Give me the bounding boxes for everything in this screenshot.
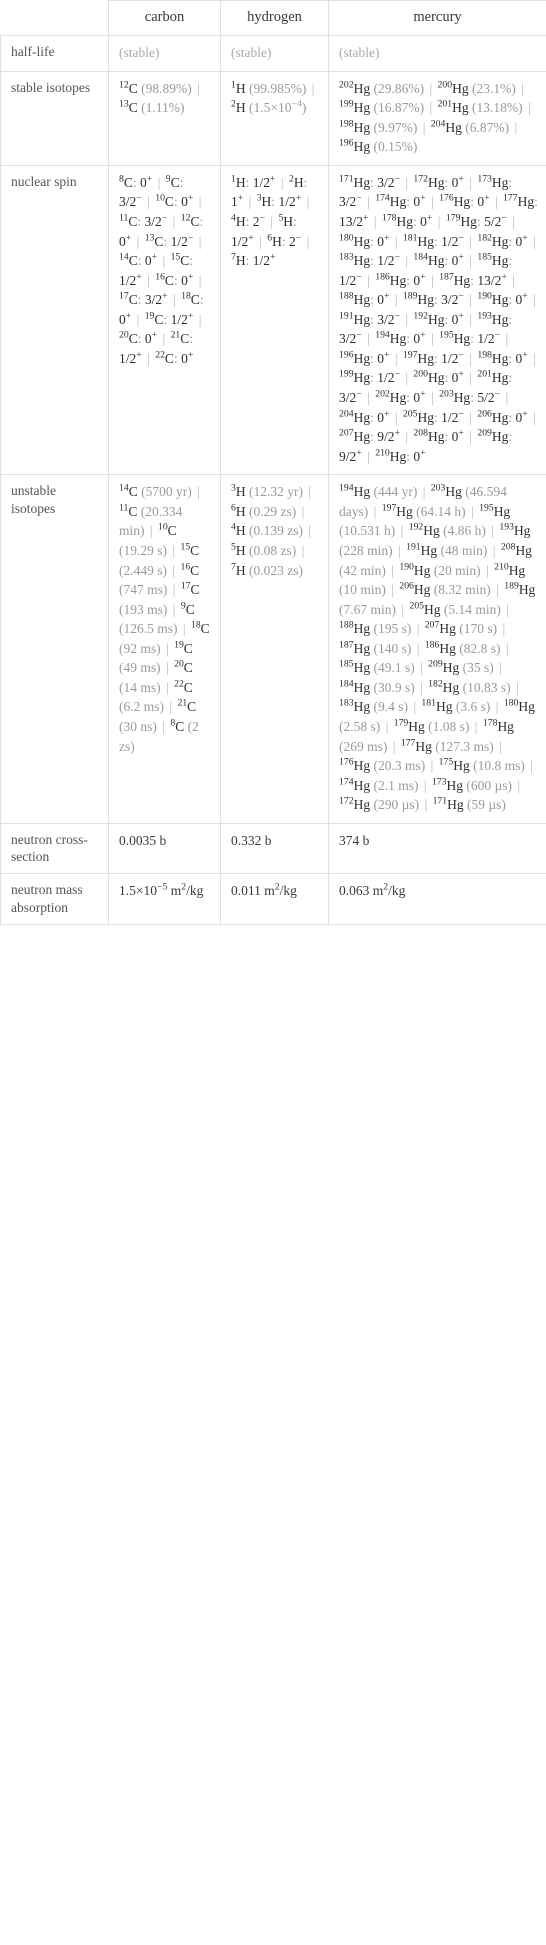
table-row-nuclear-spin: nuclear spin 8C: 0+ | 9C: 3/2− | 10C: 0+… <box>0 164 546 476</box>
header-blank-corner <box>0 0 109 36</box>
neutron-cross-section-mercury: 374 b <box>328 822 546 875</box>
stable-isotopes-hydrogen: 1H (99.985%) | 2H (1.5×10−4) <box>220 70 329 166</box>
neutron-mass-absorption-mercury: 0.063 m2/kg <box>328 873 546 925</box>
column-header-mercury: mercury <box>328 0 546 36</box>
neutron-cross-section-hydrogen: 0.332 b <box>220 822 329 875</box>
neutron-cross-section-carbon: 0.0035 b <box>108 822 221 875</box>
table-row-half-life: half-life (stable) (stable) (stable) <box>0 35 546 72</box>
isotope-comparison-table: carbon hydrogen mercury half-life (stabl… <box>0 0 546 925</box>
neutron-mass-absorption-hydrogen: 0.011 m2/kg <box>220 873 329 925</box>
row-label-unstable-isotopes: unstable isotopes <box>0 474 109 824</box>
stable-isotopes-carbon: 12C (98.89%) | 13C (1.11%) <box>108 70 221 166</box>
table-row-neutron-cross-section: neutron cross-section 0.0035 b 0.332 b 3… <box>0 822 546 875</box>
half-life-mercury: (stable) <box>328 35 546 72</box>
table-row-unstable-isotopes: unstable isotopes 14C (5700 yr) | 11C (2… <box>0 474 546 824</box>
half-life-carbon: (stable) <box>108 35 221 72</box>
unstable-isotopes-carbon: 14C (5700 yr) | 11C (20.334 min) | 10C (… <box>108 474 221 824</box>
row-label-half-life: half-life <box>0 35 109 72</box>
half-life-hydrogen: (stable) <box>220 35 329 72</box>
row-label-neutron-mass-absorption: neutron mass absorption <box>0 873 109 925</box>
unstable-isotopes-hydrogen: 3H (12.32 yr) | 6H (0.29 zs) | 4H (0.139… <box>220 474 329 824</box>
column-header-hydrogen: hydrogen <box>220 0 329 36</box>
column-header-carbon: carbon <box>108 0 221 36</box>
nuclear-spin-carbon: 8C: 0+ | 9C: 3/2− | 10C: 0+ | 11C: 3/2− … <box>108 164 221 476</box>
nuclear-spin-mercury: 171Hg: 3/2− | 172Hg: 0+ | 173Hg: 3/2− | … <box>328 164 546 476</box>
row-label-neutron-cross-section: neutron cross-section <box>0 822 109 875</box>
row-label-stable-isotopes: stable isotopes <box>0 70 109 166</box>
stable-isotopes-mercury: 202Hg (29.86%) | 200Hg (23.1%) | 199Hg (… <box>328 70 546 166</box>
table-header-row: carbon hydrogen mercury <box>0 0 546 36</box>
row-label-nuclear-spin: nuclear spin <box>0 164 109 476</box>
table-row-neutron-mass-absorption: neutron mass absorption 1.5×10−5 m2/kg 0… <box>0 873 546 925</box>
unstable-isotopes-mercury: 194Hg (444 yr) | 203Hg (46.594 days) | 1… <box>328 474 546 824</box>
table-row-stable-isotopes: stable isotopes 12C (98.89%) | 13C (1.11… <box>0 70 546 166</box>
nuclear-spin-hydrogen: 1H: 1/2+ | 2H: 1+ | 3H: 1/2+ | 4H: 2− | … <box>220 164 329 476</box>
neutron-mass-absorption-carbon: 1.5×10−5 m2/kg <box>108 873 221 925</box>
